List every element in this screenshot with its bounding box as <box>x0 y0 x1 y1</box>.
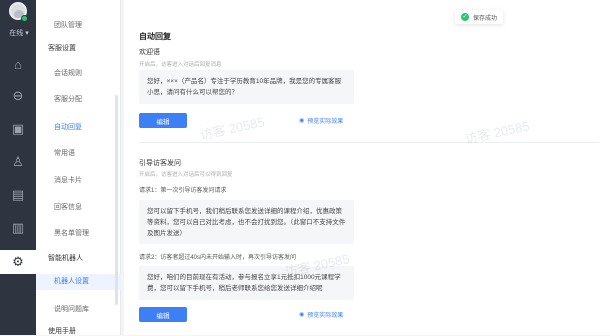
online-status-dot <box>21 15 28 22</box>
submenu-item-robot-settings[interactable]: 机器人设置 <box>36 274 121 290</box>
submenu-item-message-cards[interactable]: 消息卡片 <box>36 175 121 185</box>
save-success-toast: ✓ 保存成功 <box>455 10 504 24</box>
main-content: 自动回复 欢迎语 开启后，访客进入对话后回复消息 您好，×××（产品名）专注于学… <box>124 0 610 335</box>
compass-icon[interactable]: ⊖ <box>0 84 36 108</box>
rule2-label: 请求2：访客者超过40s内未开始输入时，再次引导访客发问 <box>139 255 297 261</box>
submenu-item-common-phrases[interactable]: 常用语 <box>36 148 121 158</box>
submenu-item-service-assignment[interactable]: 客服分配 <box>36 94 121 104</box>
settings-submenu: 团队管理 客服设置 会话规则 客服分配 自动回复 常用语 消息卡片 回客信息 黑… <box>36 0 121 335</box>
submenu-item-auto-reply[interactable]: 自动回复 <box>36 122 121 132</box>
rule1-message-box: 您可以留下手机号，我们稍后联系您发送详细的课程介绍，优惠政策等资料，您可以自己对… <box>139 200 354 244</box>
guide-label: 引导访客发问 <box>139 160 181 167</box>
user-profile[interactable]: 在线 ▾ <box>0 0 36 48</box>
submenu-item-question-library[interactable]: 说明问题库 <box>36 304 121 314</box>
welcome-message-box: 您好，×××（产品名）专注于学历教育10年品牌，我是您的专属客服小思，请问有什么… <box>139 70 354 104</box>
submenu-item-blacklist[interactable]: 黑名单管理 <box>36 228 121 238</box>
rule1-label: 请求1：第一次引导访客发问请求 <box>139 188 227 194</box>
home-icon[interactable]: ⌂ <box>0 52 36 76</box>
eye-icon: ◉ <box>299 312 305 318</box>
welcome-label: 欢迎语 <box>139 49 160 56</box>
guide-preview-label: 预览实际效果 <box>307 313 344 319</box>
toast-text: 保存成功 <box>473 15 498 22</box>
guide-preview-link[interactable]: ◉ 预览实际效果 <box>299 310 343 319</box>
guide-edit-button[interactable]: 编辑 <box>139 307 187 322</box>
welcome-edit-button[interactable]: 编辑 <box>139 113 187 128</box>
watermark: 访客 20585 <box>198 114 266 143</box>
eye-icon: ◉ <box>299 118 305 124</box>
welcome-preview-link[interactable]: ◉ 预览实际效果 <box>299 116 343 125</box>
page-title: 自动回复 <box>139 32 171 41</box>
gear-icon[interactable]: ⚙ <box>0 250 36 274</box>
document-icon[interactable]: ▤ <box>0 183 36 207</box>
submenu-scrollbar[interactable] <box>115 95 118 305</box>
online-status-label[interactable]: 在线 ▾ <box>4 28 34 38</box>
guide-hint: 开启后，访客进入对话后可以得到回复 <box>139 172 233 178</box>
dashboard-icon[interactable]: ▣ <box>0 117 36 141</box>
user-icon[interactable]: ♙ <box>0 150 36 174</box>
submenu-item-visitor-info[interactable]: 回客信息 <box>36 202 121 212</box>
welcome-preview-label: 预览实际效果 <box>307 119 344 125</box>
submenu-group-smart-robot: 智能机器人 <box>48 255 83 262</box>
welcome-hint: 开启后，访客进入对话后回复消息 <box>139 62 222 68</box>
section-divider <box>139 142 599 143</box>
chart-icon[interactable]: ▥ <box>0 216 36 240</box>
submenu-group-service-settings: 客服设置 <box>48 45 76 52</box>
submenu-item-team-management[interactable]: 团队管理 <box>36 20 121 30</box>
submenu-item-session-rules[interactable]: 会话规则 <box>36 68 121 78</box>
rule2-message-box: 您好，咱们的目前现在有活动，参与报名立享1元抵扣1000元课程学费，您可以留下手… <box>139 266 354 300</box>
check-icon: ✓ <box>461 13 469 21</box>
icon-sidebar: 在线 ▾ ⌂ ⊖ ▣ ♙ ▤ ▥ ⚙ <box>0 0 36 335</box>
